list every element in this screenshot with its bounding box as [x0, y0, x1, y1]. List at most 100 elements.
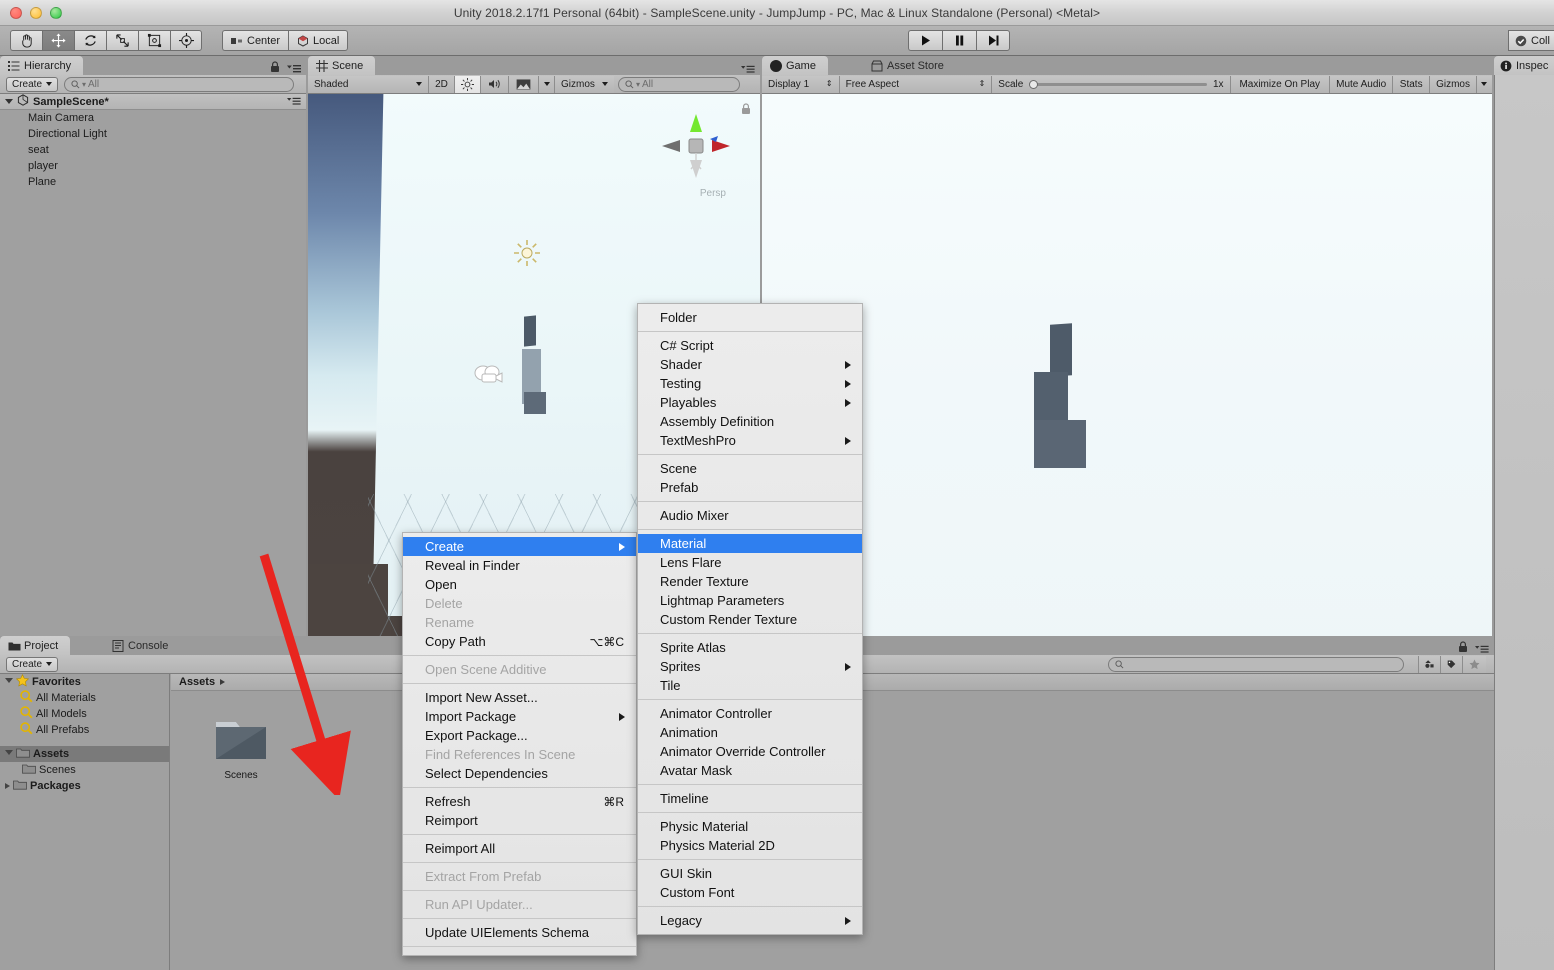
tab-inspector[interactable]: Inspec — [1494, 56, 1554, 75]
expand-triangle-icon[interactable] — [5, 750, 13, 758]
submenu-item-animation[interactable]: Animation — [638, 723, 862, 742]
playback-controls[interactable] — [908, 30, 1010, 51]
submenu-item-folder[interactable]: Folder — [638, 308, 862, 327]
submenu-item-physic-material[interactable]: Physic Material — [638, 817, 862, 836]
game-gizmos-dropdown[interactable] — [1475, 75, 1492, 93]
submenu-item-shader[interactable]: Shader — [638, 355, 862, 374]
submenu-item-audio-mixer[interactable]: Audio Mixer — [638, 506, 862, 525]
context-menu-item-copy-path[interactable]: Copy Path ⌥⌘C — [403, 632, 636, 651]
context-menu-item-refresh[interactable]: Refresh ⌘R — [403, 792, 636, 811]
context-menu-item-import-package[interactable]: Import Package — [403, 707, 636, 726]
fx-toggle-button[interactable] — [508, 75, 538, 93]
tree-item-scenes[interactable]: Scenes — [0, 762, 169, 778]
submenu-item-custom-font[interactable]: Custom Font — [638, 883, 862, 902]
submenu-item-scene[interactable]: Scene — [638, 459, 862, 478]
transform-tools-group[interactable] — [10, 30, 202, 51]
scene-context-menu-icon[interactable] — [287, 97, 301, 107]
project-search-input[interactable] — [1108, 656, 1404, 672]
pivot-mode-button[interactable]: Center — [222, 30, 289, 51]
rotate-tool-button[interactable] — [74, 30, 106, 51]
submenu-item-csharp-script[interactable]: C# Script — [638, 336, 862, 355]
hierarchy-create-button[interactable]: Create — [6, 76, 58, 92]
context-menu-item-reveal-in-finder[interactable]: Reveal in Finder — [403, 556, 636, 575]
tree-item-all-materials[interactable]: All Materials — [0, 690, 169, 706]
shading-mode-dropdown[interactable]: Shaded — [308, 75, 428, 93]
scene-lock-icon[interactable] — [741, 102, 751, 120]
toggle-2d-button[interactable]: 2D — [428, 75, 454, 93]
stats-button[interactable]: Stats — [1392, 75, 1430, 93]
aspect-dropdown[interactable]: Free Aspect ⇕ — [838, 75, 992, 93]
context-menu-item-reimport[interactable]: Reimport — [403, 811, 636, 830]
scale-slider[interactable] — [1029, 78, 1207, 90]
project-lock-icon[interactable] — [1458, 640, 1468, 652]
submenu-item-prefab[interactable]: Prefab — [638, 478, 862, 497]
hierarchy-item[interactable]: player — [0, 158, 306, 174]
tree-item-all-prefabs[interactable]: All Prefabs — [0, 722, 169, 738]
submenu-item-material[interactable]: Material — [638, 534, 862, 553]
hierarchy-item[interactable]: Main Camera — [0, 110, 306, 126]
display-dropdown[interactable]: Display 1 ⇕ — [762, 75, 839, 93]
context-menu-item-export-package[interactable]: Export Package... — [403, 726, 636, 745]
hierarchy-search-input[interactable]: ▾ All — [64, 76, 294, 92]
lock-icon[interactable] — [270, 60, 280, 72]
submenu-item-animator-controller[interactable]: Animator Controller — [638, 704, 862, 723]
context-menu-item-reimport-all[interactable]: Reimport All — [403, 839, 636, 858]
main-camera-gizmo[interactable] — [473, 364, 507, 391]
submenu-item-timeline[interactable]: Timeline — [638, 789, 862, 808]
submenu-item-tile[interactable]: Tile — [638, 676, 862, 695]
project-panel-menu-icon[interactable] — [1475, 641, 1489, 653]
project-create-button[interactable]: Create — [6, 656, 58, 672]
collab-group[interactable]: Coll — [1508, 30, 1554, 51]
hierarchy-item[interactable]: Plane — [0, 174, 306, 190]
expand-triangle-icon[interactable] — [5, 678, 13, 686]
rect-tool-button[interactable] — [138, 30, 170, 51]
panel-menu-icon[interactable] — [287, 61, 301, 73]
submenu-item-sprite-atlas[interactable]: Sprite Atlas — [638, 638, 862, 657]
scale-slider-group[interactable]: Scale 1x — [991, 75, 1230, 93]
directional-light-gizmo[interactable] — [513, 239, 541, 272]
submenu-item-custom-render-texture[interactable]: Custom Render Texture — [638, 610, 862, 629]
scene-object-seat[interactable] — [524, 315, 536, 347]
submenu-item-render-texture[interactable]: Render Texture — [638, 572, 862, 591]
submenu-item-sprites[interactable]: Sprites — [638, 657, 862, 676]
submenu-item-avatar-mask[interactable]: Avatar Mask — [638, 761, 862, 780]
tab-asset-store[interactable]: Asset Store — [863, 56, 956, 75]
lighting-toggle-button[interactable] — [454, 75, 480, 93]
tab-project[interactable]: Project — [0, 636, 71, 655]
expand-triangle-icon[interactable] — [5, 783, 10, 789]
tab-console[interactable]: Console — [104, 636, 180, 655]
gizmos-dropdown[interactable]: Gizmos — [554, 75, 614, 93]
transform-tool-button[interactable] — [170, 30, 202, 51]
submenu-item-playables[interactable]: Playables — [638, 393, 862, 412]
tree-item-favorites[interactable]: Favorites — [0, 673, 169, 690]
game-viewport[interactable] — [762, 94, 1492, 686]
filter-by-label-button[interactable] — [1440, 655, 1462, 673]
tree-item-all-models[interactable]: All Models — [0, 706, 169, 722]
audio-toggle-button[interactable] — [480, 75, 508, 93]
context-menu-item-open[interactable]: Open — [403, 575, 636, 594]
scene-panel-menu-icon[interactable] — [741, 61, 755, 73]
scene-root-row[interactable]: SampleScene* — [0, 94, 306, 110]
collab-button[interactable]: Coll — [1508, 30, 1554, 51]
context-menu-item-update-uielements-schema[interactable]: Update UIElements Schema — [403, 923, 636, 942]
hierarchy-item[interactable]: seat — [0, 142, 306, 158]
hierarchy-item[interactable]: Directional Light — [0, 126, 306, 142]
filter-by-type-button[interactable] — [1418, 655, 1440, 673]
asset-context-menu[interactable]: Create Reveal in Finder Open Delete Rena… — [402, 532, 637, 956]
game-gizmos-button[interactable]: Gizmos — [1429, 75, 1476, 93]
fx-dropdown-button[interactable] — [538, 75, 554, 93]
context-menu-item-create[interactable]: Create — [403, 537, 636, 556]
tree-item-assets[interactable]: Assets — [0, 746, 169, 762]
submenu-item-lightmap-parameters[interactable]: Lightmap Parameters — [638, 591, 862, 610]
favorite-button[interactable] — [1462, 655, 1486, 673]
scale-tool-button[interactable] — [106, 30, 138, 51]
submenu-item-legacy[interactable]: Legacy — [638, 911, 862, 930]
hand-tool-button[interactable] — [10, 30, 42, 51]
submenu-item-assembly-definition[interactable]: Assembly Definition — [638, 412, 862, 431]
context-menu-item-select-dependencies[interactable]: Select Dependencies — [403, 764, 636, 783]
mute-audio-button[interactable]: Mute Audio — [1328, 75, 1393, 93]
scene-search-input[interactable]: ▾ All — [618, 76, 740, 92]
step-button[interactable] — [976, 30, 1010, 51]
submenu-item-lens-flare[interactable]: Lens Flare — [638, 553, 862, 572]
move-tool-button[interactable] — [42, 30, 74, 51]
